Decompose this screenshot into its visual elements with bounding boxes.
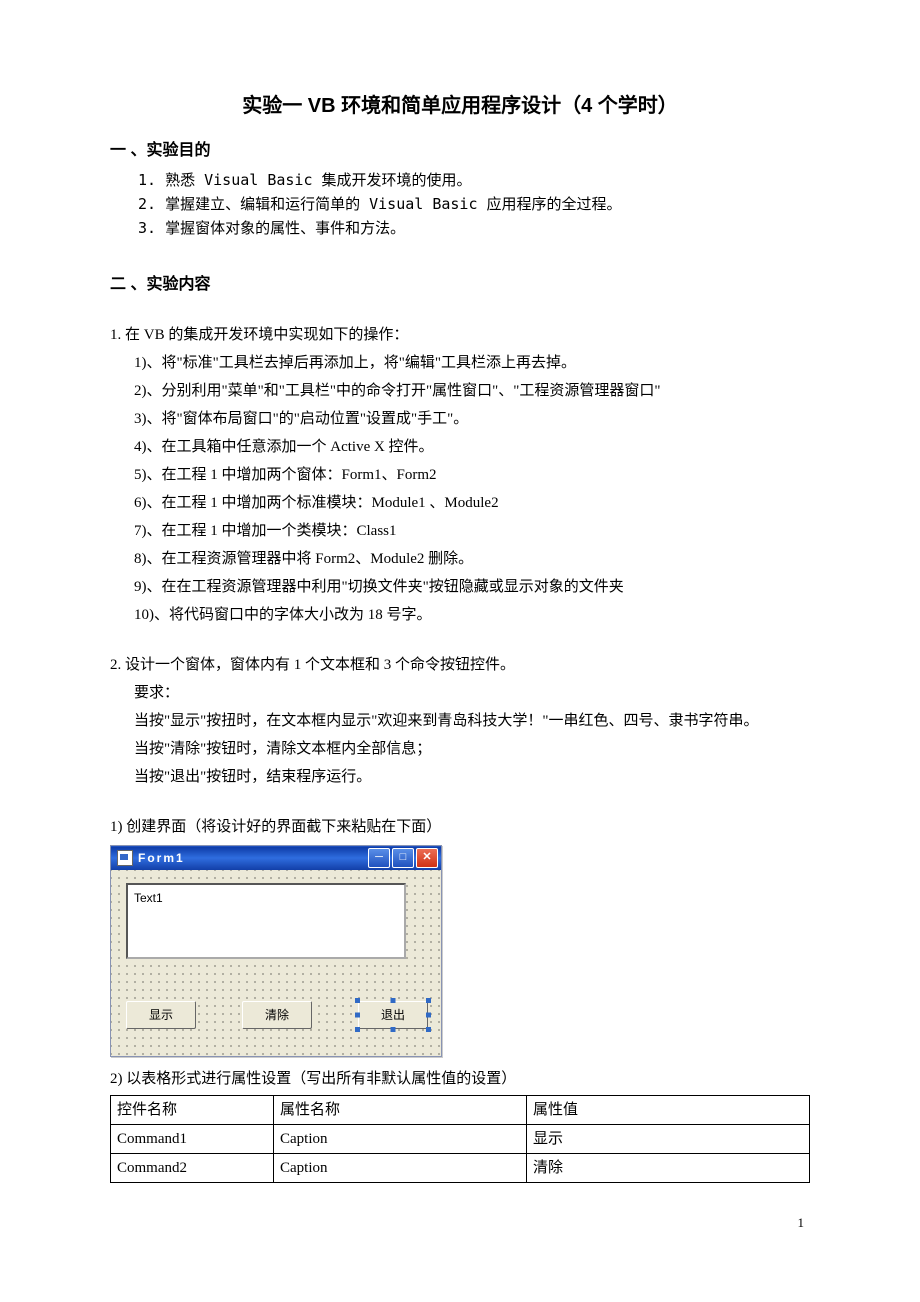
section-2-heading: 二 、实验内容 xyxy=(110,272,810,298)
req-item: 当按"退出"按钮时，结束程序运行。 xyxy=(134,765,810,789)
minimize-button[interactable]: ─ xyxy=(368,848,390,868)
exit-button-label: 退出 xyxy=(381,1006,405,1025)
q2-intro: 2. 设计一个窗体，窗体内有 1 个文本框和 3 个命令按钮控件。 xyxy=(110,653,810,677)
q1-intro: 1. 在 VB 的集成开发环境中实现如下的操作： xyxy=(110,323,810,347)
th-control: 控件名称 xyxy=(111,1096,274,1125)
list-item: 3)、将"窗体布局窗口"的"启动位置"设置成"手工"。 xyxy=(134,407,810,431)
list-item: 8)、在工程资源管理器中将 Form2、Module2 删除。 xyxy=(134,547,810,571)
th-value: 属性值 xyxy=(527,1096,810,1125)
list-item: 2. 掌握建立、编辑和运行简单的 Visual Basic 应用程序的全过程。 xyxy=(138,192,810,216)
table-row: Command2 Caption 清除 xyxy=(111,1154,810,1183)
table-row: Command1 Caption 显示 xyxy=(111,1125,810,1154)
maximize-button[interactable]: □ xyxy=(392,848,414,868)
list-item: 1)、将"标准"工具栏去掉后再添加上，将"编辑"工具栏添上再去掉。 xyxy=(134,351,810,375)
text1-textbox[interactable]: Text1 xyxy=(126,883,406,959)
page-number: 1 xyxy=(110,1213,810,1234)
form-body: Text1 显示 清除 退出 xyxy=(111,870,441,1056)
list-item: 10)、将代码窗口中的字体大小改为 18 号字。 xyxy=(134,603,810,627)
list-item: 2)、分别利用"菜单"和"工具栏"中的命令打开"属性窗口"、"工程资源管理器窗口… xyxy=(134,379,810,403)
table-header-row: 控件名称 属性名称 属性值 xyxy=(111,1096,810,1125)
req-label: 要求： xyxy=(134,681,810,705)
list-item: 9)、在在工程资源管理器中利用"切换文件夹"按钮隐藏或显示对象的文件夹 xyxy=(134,575,810,599)
titlebar: Form1 ─ □ ✕ xyxy=(111,846,441,870)
step1-label: 1) 创建界面（将设计好的界面截下来粘贴在下面） xyxy=(110,815,810,839)
cell: 清除 xyxy=(527,1154,810,1183)
cell: 显示 xyxy=(527,1125,810,1154)
list-item: 3. 掌握窗体对象的属性、事件和方法。 xyxy=(138,216,810,240)
exit-button[interactable]: 退出 xyxy=(358,1001,428,1029)
form-icon xyxy=(117,850,133,866)
list-item: 1. 熟悉 Visual Basic 集成开发环境的使用。 xyxy=(138,168,810,192)
property-table: 控件名称 属性名称 属性值 Command1 Caption 显示 Comman… xyxy=(110,1095,810,1183)
button-row: 显示 清除 退出 xyxy=(120,995,432,1047)
section-1-list: 1. 熟悉 Visual Basic 集成开发环境的使用。 2. 掌握建立、编辑… xyxy=(110,168,810,240)
show-button[interactable]: 显示 xyxy=(126,1001,196,1029)
page-title: 实验一 VB 环境和简单应用程序设计（4 个学时） xyxy=(110,90,810,122)
list-item: 4)、在工具箱中任意添加一个 Active X 控件。 xyxy=(134,435,810,459)
cell: Command2 xyxy=(111,1154,274,1183)
clear-button[interactable]: 清除 xyxy=(242,1001,312,1029)
th-prop: 属性名称 xyxy=(274,1096,527,1125)
req-item: 当按"显示"按扭时，在文本框内显示"欢迎来到青岛科技大学！"一串红色、四号、隶书… xyxy=(134,709,810,733)
q2-requirements: 要求： 当按"显示"按扭时，在文本框内显示"欢迎来到青岛科技大学！"一串红色、四… xyxy=(110,681,810,789)
form-title: Form1 xyxy=(138,849,368,868)
close-button[interactable]: ✕ xyxy=(416,848,438,868)
list-item: 7)、在工程 1 中增加一个类模块：Class1 xyxy=(134,519,810,543)
cell: Caption xyxy=(274,1154,527,1183)
q1-list: 1)、将"标准"工具栏去掉后再添加上，将"编辑"工具栏添上再去掉。 2)、分别利… xyxy=(110,351,810,627)
step2-label: 2) 以表格形式进行属性设置（写出所有非默认属性值的设置） xyxy=(110,1067,810,1091)
list-item: 5)、在工程 1 中增加两个窗体：Form1、Form2 xyxy=(134,463,810,487)
section-1-heading: 一 、实验目的 xyxy=(110,138,810,164)
cell: Command1 xyxy=(111,1125,274,1154)
req-item: 当按"清除"按钮时，清除文本框内全部信息； xyxy=(134,737,810,761)
vb-form-window: Form1 ─ □ ✕ Text1 显示 清除 退出 xyxy=(110,845,442,1057)
list-item: 6)、在工程 1 中增加两个标准模块：Module1 、Module2 xyxy=(134,491,810,515)
cell: Caption xyxy=(274,1125,527,1154)
window-buttons: ─ □ ✕ xyxy=(368,848,438,868)
